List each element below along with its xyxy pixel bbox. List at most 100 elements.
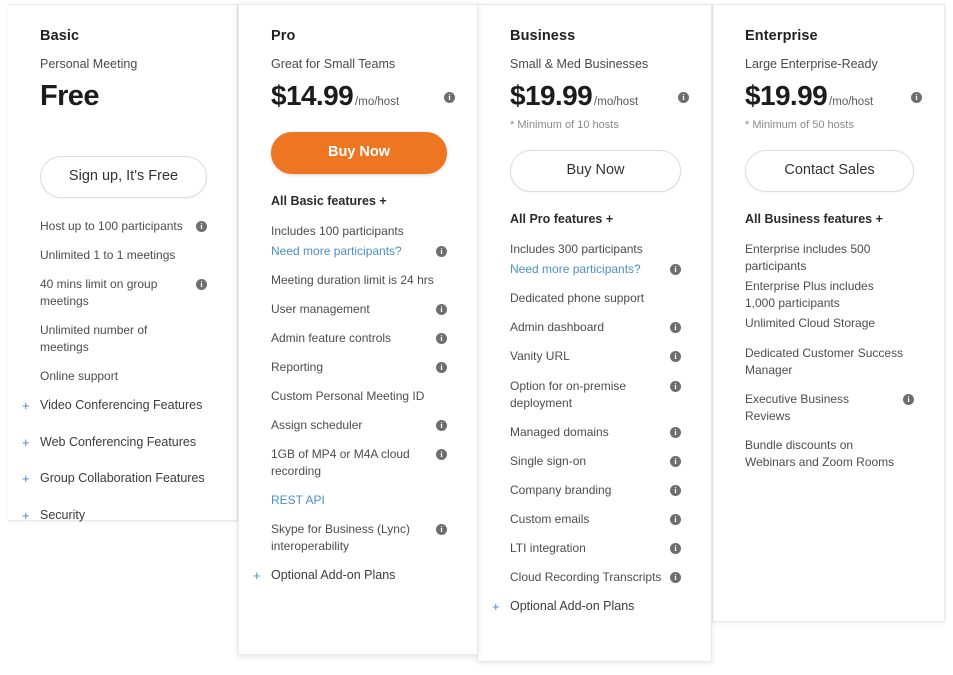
feature-label: Includes 100 participants bbox=[271, 224, 404, 239]
feature-link[interactable]: Need more participants? bbox=[271, 243, 436, 260]
feature-label: Meeting duration limit is 24 hrs bbox=[271, 273, 434, 288]
feature-item: REST API bbox=[271, 492, 447, 509]
feature-item: Option for on-premise deployment i bbox=[510, 378, 681, 412]
cta-buy-now-button[interactable]: Buy Now bbox=[271, 132, 447, 175]
info-icon[interactable]: i bbox=[670, 322, 681, 334]
feature-link[interactable]: Need more participants? bbox=[510, 261, 670, 278]
info-icon[interactable]: i bbox=[670, 455, 681, 467]
pricing-table: Basic Personal Meeting Free Sign up, It's F… bbox=[0, 0, 953, 675]
info-icon[interactable]: i bbox=[903, 393, 914, 405]
feature-item: Enterprise includes 500 participants bbox=[745, 241, 914, 275]
expander-label: Optional Add-on Plans bbox=[510, 598, 635, 613]
feature-label: 40 mins limit on group meetings bbox=[40, 277, 158, 309]
feature-label: Online support bbox=[40, 369, 119, 384]
expander-label: Video Conferencing Features bbox=[40, 398, 203, 413]
price-row: $19.99/mo/host i bbox=[510, 80, 689, 114]
feature-item: Online support bbox=[40, 368, 207, 385]
cta-buy-now-button[interactable]: Buy Now bbox=[510, 150, 681, 193]
info-icon[interactable]: i bbox=[436, 449, 447, 461]
feature-item: 1GB of MP4 or M4A cloud recording i bbox=[271, 446, 447, 480]
feature-item: Cloud Recording Transcripts i bbox=[510, 569, 681, 586]
info-icon[interactable]: i bbox=[670, 484, 681, 496]
feature-item: 40 mins limit on group meetings i bbox=[40, 276, 207, 310]
price-note-spacer bbox=[40, 118, 207, 138]
price-row: $14.99/mo/host i bbox=[271, 80, 455, 114]
plus-icon: + bbox=[253, 568, 261, 584]
feature-label: 1GB of MP4 or M4A cloud recording bbox=[271, 447, 410, 479]
feature-list: Enterprise includes 500 participants Ente… bbox=[745, 241, 914, 470]
feature-item: Single sign-on i bbox=[510, 453, 681, 470]
feature-label: Bundle discounts on Webinars and Zoom Ro… bbox=[745, 437, 895, 469]
cta-contact-sales-button[interactable]: Contact Sales bbox=[745, 150, 914, 193]
info-icon[interactable]: i bbox=[436, 362, 447, 374]
info-icon[interactable]: i bbox=[436, 333, 447, 345]
info-icon[interactable]: i bbox=[436, 304, 447, 316]
plan-name: Basic bbox=[40, 28, 80, 44]
plus-icon: + bbox=[22, 434, 30, 450]
plan-card-pro: Pro Great for Small Teams $14.99/mo/host i B… bbox=[238, 4, 478, 655]
feature-item: Bundle discounts on Webinars and Zoom Ro… bbox=[745, 437, 914, 471]
expander-optional-add-on-plans[interactable]: + Optional Add-on Plans bbox=[253, 567, 447, 585]
feature-label: Reporting bbox=[271, 360, 324, 375]
plan-card-enterprise: Enterprise Large Enterprise-Ready $19.99/m… bbox=[712, 4, 945, 622]
info-icon[interactable]: i bbox=[436, 420, 447, 432]
price-note: * Minimum of 50 hosts bbox=[745, 119, 854, 132]
price-info-icon[interactable]: i bbox=[444, 92, 455, 104]
feature-label: Custom emails bbox=[510, 511, 590, 526]
feature-label: Option for on-premise deployment bbox=[510, 378, 627, 410]
info-icon[interactable]: i bbox=[670, 513, 681, 525]
expander-optional-add-on-plans[interactable]: + Optional Add-on Plans bbox=[492, 598, 681, 616]
feature-item: Custom Personal Meeting ID bbox=[271, 388, 447, 405]
info-icon[interactable]: i bbox=[670, 542, 681, 554]
info-icon[interactable]: i bbox=[670, 351, 681, 363]
plan-tagline: Personal Meeting bbox=[40, 56, 138, 71]
info-icon[interactable]: i bbox=[436, 524, 447, 536]
price-info-icon[interactable]: i bbox=[911, 92, 922, 104]
info-icon[interactable]: i bbox=[670, 264, 681, 276]
feature-label: User management bbox=[271, 302, 370, 317]
price-amount: $14.99 bbox=[271, 80, 354, 112]
info-icon[interactable]: i bbox=[670, 426, 681, 438]
feature-label: Company branding bbox=[510, 482, 612, 497]
feature-label: Dedicated phone support bbox=[510, 291, 645, 306]
feature-item: Enterprise Plus includes 1,000 participa… bbox=[745, 278, 914, 312]
price-amount: $19.99 bbox=[745, 80, 828, 112]
plan-card-basic: Basic Personal Meeting Free Sign up, It's F… bbox=[8, 4, 238, 523]
plan-name: Business bbox=[510, 28, 576, 44]
info-icon[interactable]: i bbox=[670, 571, 681, 583]
info-icon[interactable]: i bbox=[196, 221, 207, 233]
price-unit: /mo/host bbox=[594, 96, 639, 109]
feature-item: Executive Business Reviews i bbox=[745, 391, 914, 425]
price-row: Free bbox=[40, 80, 207, 114]
feature-item: Host up to 100 participants i bbox=[40, 218, 207, 235]
expander-group-collaboration-features[interactable]: + Group Collaboration Features bbox=[22, 470, 207, 488]
plus-icon: + bbox=[22, 398, 30, 414]
feature-label: Unlimited number of meetings bbox=[40, 323, 148, 355]
feature-item: Admin feature controls i bbox=[271, 330, 447, 347]
price-info-icon[interactable]: i bbox=[678, 92, 689, 104]
feature-link[interactable]: REST API bbox=[271, 492, 447, 509]
feature-label: Managed domains bbox=[510, 424, 609, 439]
feature-item: Need more participants? i bbox=[271, 243, 447, 260]
plan-card-business: Business Small & Med Businesses $19.99/mo/… bbox=[477, 4, 712, 662]
info-icon[interactable]: i bbox=[670, 380, 681, 392]
cta-sign-up-it-s-free-button[interactable]: Sign up, It's Free bbox=[40, 156, 207, 199]
price-amount: Free bbox=[40, 80, 99, 113]
feature-item: Reporting i bbox=[271, 359, 447, 376]
expander-security[interactable]: + Security bbox=[22, 507, 207, 525]
expander-web-conferencing-features[interactable]: + Web Conferencing Features bbox=[22, 434, 207, 452]
feature-item: Dedicated phone support bbox=[510, 290, 681, 307]
plus-icon: + bbox=[492, 598, 500, 614]
plus-icon: + bbox=[22, 507, 30, 523]
expander-video-conferencing-features[interactable]: + Video Conferencing Features bbox=[22, 397, 207, 415]
info-icon[interactable]: i bbox=[436, 246, 447, 258]
plan-tagline: Large Enterprise-Ready bbox=[745, 56, 878, 71]
feature-item: Custom emails i bbox=[510, 511, 681, 528]
feature-label: Skype for Business (Lync) interoperabili… bbox=[271, 522, 410, 554]
feature-list: Includes 300 participants Need more parti… bbox=[510, 241, 681, 585]
feature-list: Includes 100 participants Need more parti… bbox=[271, 223, 447, 555]
feature-label: Includes 300 participants bbox=[510, 242, 643, 257]
feature-label: Enterprise includes 500 participants bbox=[745, 242, 871, 274]
feature-item: Meeting duration limit is 24 hrs bbox=[271, 272, 447, 289]
info-icon[interactable]: i bbox=[196, 279, 207, 291]
